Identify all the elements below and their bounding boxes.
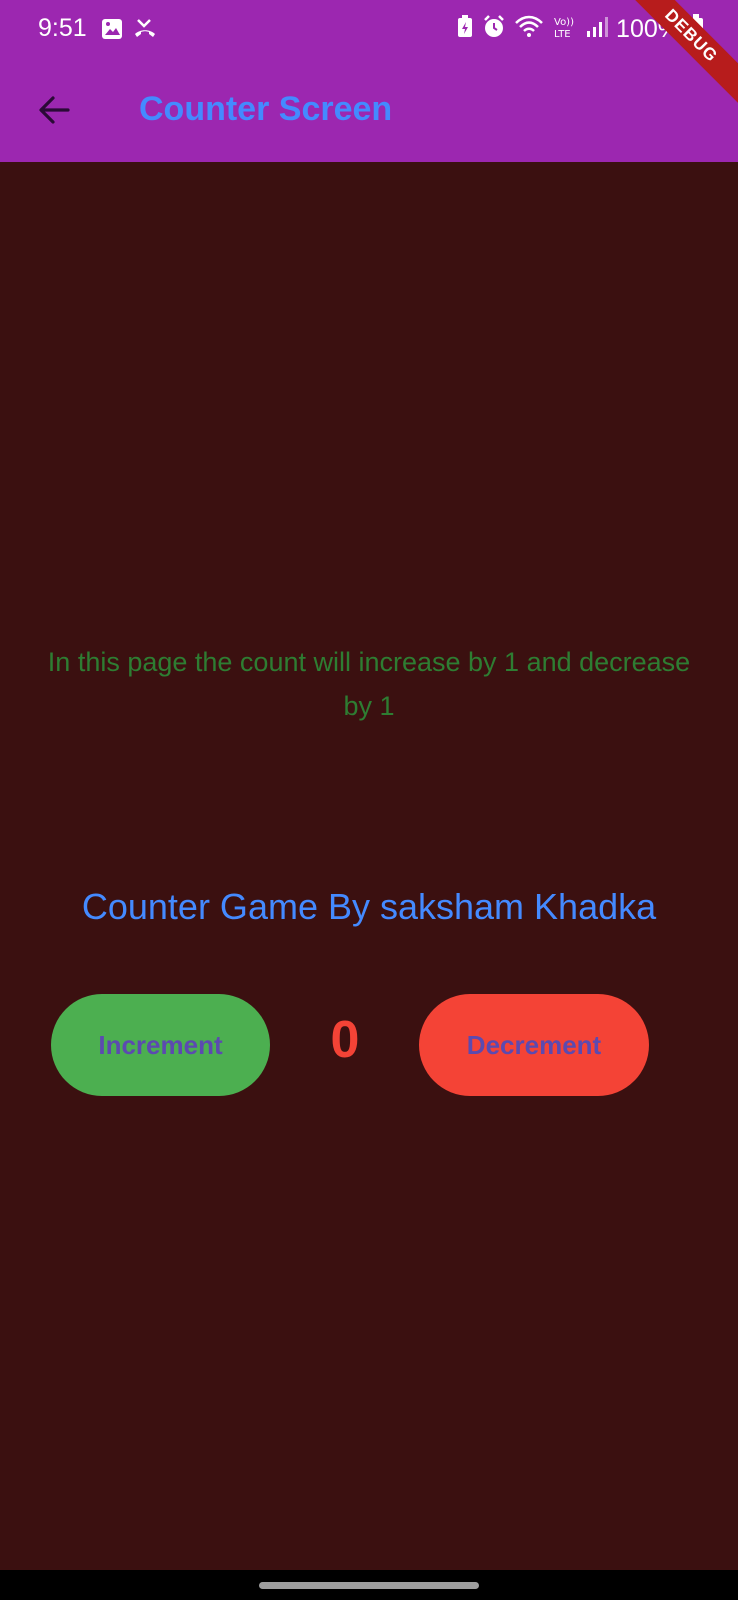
app-bar: Counter Screen	[0, 62, 738, 162]
wifi-icon	[514, 15, 544, 44]
battery-saver-icon	[456, 15, 474, 44]
status-left-icons	[100, 17, 158, 46]
missed-call-icon	[132, 17, 158, 46]
back-button[interactable]	[28, 86, 80, 138]
arrow-back-icon	[36, 92, 72, 133]
alarm-icon	[482, 15, 506, 44]
status-time: 9:51	[38, 14, 87, 42]
volte-icon: Vo)) LTE	[552, 14, 578, 45]
signal-icon	[586, 15, 609, 44]
game-title: Counter Game By saksham Khadka	[81, 886, 657, 927]
home-indicator[interactable]	[259, 1582, 479, 1589]
status-bar: 9:51 Vo)) LTE 100%	[0, 0, 738, 62]
svg-text:Vo)): Vo))	[554, 17, 574, 28]
increment-button[interactable]: Increment	[51, 994, 270, 1096]
image-icon	[100, 17, 124, 46]
page-title: Counter Screen	[139, 90, 393, 128]
svg-text:LTE: LTE	[554, 29, 571, 40]
system-nav-bar	[0, 1570, 738, 1600]
counter-value: 0	[330, 1011, 360, 1069]
description-text: In this page the count will increase by …	[47, 647, 691, 721]
decrement-button[interactable]: Decrement	[419, 994, 649, 1096]
